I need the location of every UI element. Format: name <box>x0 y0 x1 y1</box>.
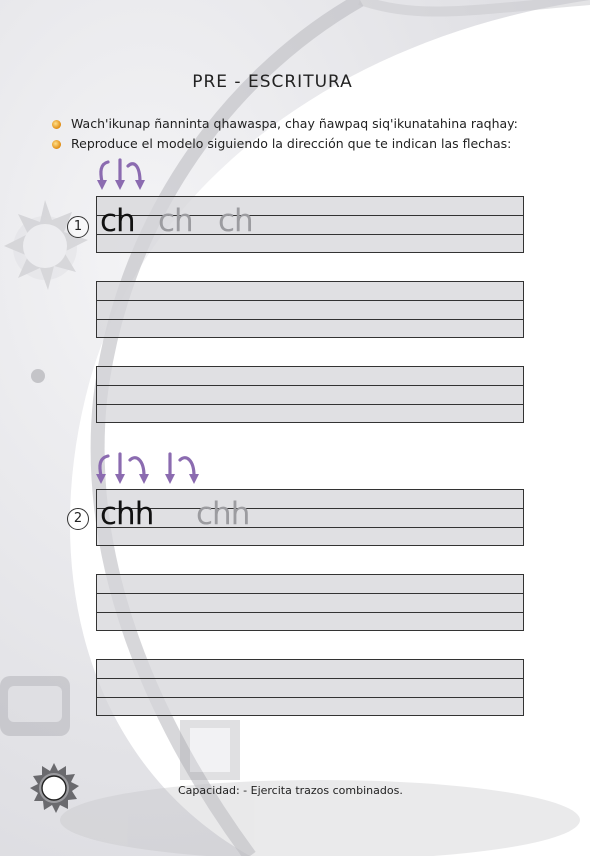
writing-band-2c[interactable] <box>96 659 524 716</box>
ghost-letters-1a: ch <box>158 203 194 239</box>
curved-arrow-icon <box>178 456 196 478</box>
writing-band-1b[interactable] <box>96 281 524 338</box>
ghost-letters-1b: ch <box>218 203 254 239</box>
sun-badge-icon <box>30 763 79 813</box>
exercise-number-2: 2 <box>67 508 89 530</box>
bullet-icon <box>52 140 61 149</box>
writing-band-2a[interactable] <box>96 489 524 546</box>
model-letters-2: chh <box>100 496 154 532</box>
curved-arrow-icon <box>99 160 110 184</box>
writing-band-2b[interactable] <box>96 574 524 631</box>
writing-band-1c[interactable] <box>96 366 524 423</box>
page-title: PRE - ESCRITURA <box>192 72 353 92</box>
instruction-spanish: Reproduce el modelo siguiendo la direcci… <box>52 136 511 151</box>
curved-arrow-icon <box>126 162 142 184</box>
stroke-direction-arrows-1 <box>97 158 145 190</box>
curved-arrow-icon <box>128 456 146 478</box>
exercise-number-1: 1 <box>67 216 89 238</box>
stroke-direction-arrows-2 <box>96 452 199 484</box>
footer-capacity: Capacidad: - Ejercita trazos combinados. <box>178 784 403 797</box>
model-letters-1: ch <box>100 203 136 239</box>
instruction-quechua: Wach'ikunap ñanninta qhawaspa, chay ñawp… <box>52 116 518 131</box>
curved-arrow-icon <box>98 454 110 478</box>
ghost-letters-2a: chh <box>196 496 250 532</box>
bullet-icon <box>52 120 61 129</box>
